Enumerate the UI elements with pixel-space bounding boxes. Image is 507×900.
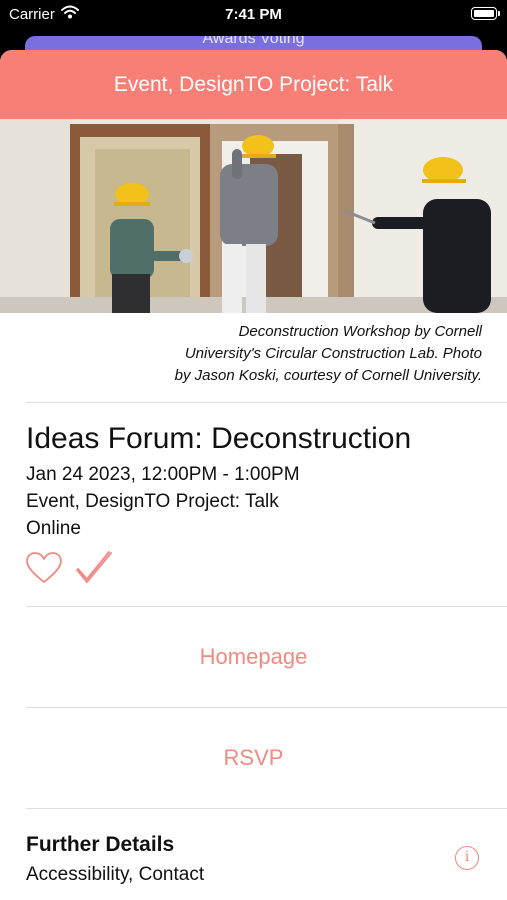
checkmark-icon[interactable] (75, 550, 113, 591)
status-bar: Carrier 7:41 PM (0, 0, 507, 30)
caption-line: Deconstruction Workshop by Cornell (238, 323, 482, 340)
homepage-label: Homepage (199, 644, 308, 669)
event-sheet: Event, DesignTO Project: Talk Deconstruc… (0, 50, 507, 900)
further-details-subtitle: Accessibility, Contact (26, 864, 205, 885)
caption-line: University's Circular Construction Lab. … (184, 345, 482, 362)
header-title: Event, DesignTO Project: Talk (113, 73, 394, 96)
event-title: Ideas Forum: Deconstruction (26, 422, 412, 455)
background-card-label: Awards Voting (202, 36, 305, 47)
info-icon[interactable]: i (455, 846, 479, 870)
rsvp-label: RSVP (223, 745, 284, 770)
hero-image (0, 119, 507, 313)
clock: 7:41 PM (225, 6, 282, 23)
rsvp-button[interactable]: RSVP (0, 708, 507, 808)
divider (26, 402, 507, 403)
event-category: Event, DesignTO Project: Talk (26, 491, 279, 512)
further-details-row[interactable]: Further Details Accessibility, Contact i (0, 809, 507, 900)
event-datetime: Jan 24 2023, 12:00PM - 1:00PM (26, 464, 300, 485)
photo-caption: Deconstruction Workshop by Cornell Unive… (0, 313, 482, 387)
further-details-heading: Further Details (26, 833, 175, 856)
homepage-button[interactable]: Homepage (0, 607, 507, 707)
event-location: Online (26, 518, 81, 539)
event-actions (25, 548, 507, 592)
sheet-header: Event, DesignTO Project: Talk (0, 50, 507, 119)
caption-line: by Jason Koski, courtesy of Cornell Univ… (174, 367, 482, 384)
heart-icon[interactable] (25, 551, 63, 590)
battery-icon (471, 7, 500, 20)
